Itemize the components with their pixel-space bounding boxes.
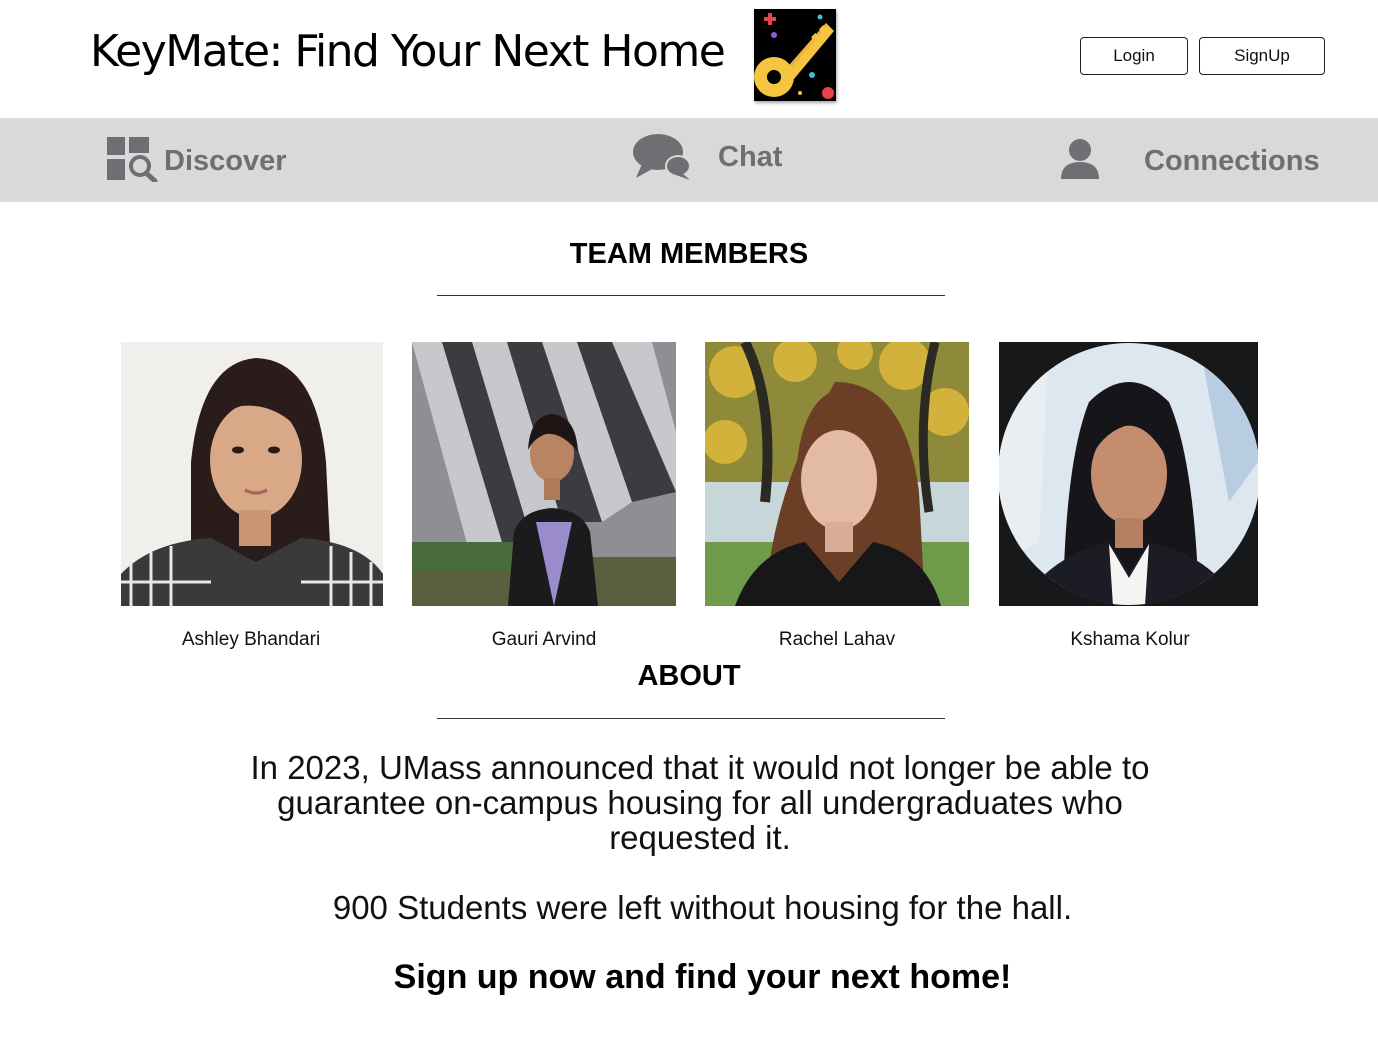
member-photo-4: [999, 342, 1258, 606]
signup-button[interactable]: SignUp: [1199, 37, 1325, 75]
login-button[interactable]: Login: [1080, 37, 1188, 75]
about-divider: [437, 718, 945, 719]
about-paragraph-2: 900 Students were left without housing f…: [332, 889, 1073, 926]
nav-chat-label: Chat: [718, 141, 783, 173]
signup-cta-text: Sign up now and find your next home!: [393, 958, 1012, 996]
member-name-4: Kshama Kolur: [1070, 629, 1190, 650]
nav-chat[interactable]: Chat: [632, 132, 782, 189]
site-title: KeyMate: Find Your Next Home: [90, 26, 726, 77]
discover-search-icon: [106, 136, 160, 187]
main-navbar: Discover Chat Connections: [0, 118, 1378, 202]
about-paragraph-1: In 2023, UMass announced that it would n…: [250, 749, 1150, 856]
nav-discover[interactable]: Discover: [106, 136, 287, 187]
nav-connections-label: Connections: [1144, 145, 1320, 177]
member-photo-2: [412, 342, 676, 606]
member-name-2: Gauri Arvind: [491, 629, 597, 650]
team-members-heading: TEAM MEMBERS: [569, 238, 809, 270]
team-divider: [437, 295, 945, 296]
nav-connections[interactable]: Connections: [1060, 138, 1320, 185]
user-icon: [1060, 138, 1100, 185]
member-photo-3: [705, 342, 969, 606]
about-heading: ABOUT: [637, 660, 741, 692]
keymate-logo: [754, 9, 836, 101]
chat-bubbles-icon: [632, 132, 692, 189]
member-name-3: Rachel Lahav: [778, 629, 896, 650]
member-photo-1: [121, 342, 383, 606]
nav-discover-label: Discover: [164, 145, 287, 177]
member-name-1: Ashley Bhandari: [181, 629, 321, 650]
